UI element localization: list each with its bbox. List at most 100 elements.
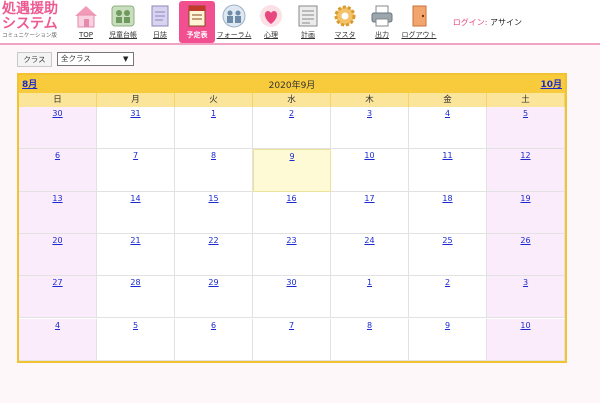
nav-label: 出力 — [375, 31, 389, 39]
calendar-day-cell: 27 — [19, 276, 97, 319]
calendar-day-link[interactable]: 2 — [289, 109, 294, 118]
logo-line2: システム — [2, 16, 58, 32]
calendar-day-link[interactable]: 8 — [367, 321, 372, 330]
nav-label: 日誌 — [153, 31, 167, 39]
calendar-day-cell: 6 — [175, 318, 253, 361]
calendar-day-cell: 2 — [253, 107, 331, 150]
nav-master[interactable]: マスタ — [327, 1, 363, 43]
calendar-day-link[interactable]: 5 — [133, 321, 138, 330]
calendar-day-cell: 5 — [97, 318, 175, 361]
calendar-day-link[interactable]: 18 — [442, 194, 452, 203]
calendar-day-cell: 13 — [19, 191, 97, 234]
calendar-day-cell: 5 — [487, 107, 565, 150]
calendar-day-link[interactable]: 7 — [289, 321, 294, 330]
calendar-day-cell: 12 — [487, 149, 565, 192]
nav-label: フォーラム — [216, 31, 252, 39]
calendar-title: 2020年9月 — [268, 81, 316, 91]
calendar-day-link[interactable]: 25 — [442, 236, 452, 245]
calendar-day-cell: 1 — [331, 276, 409, 319]
calendar-day-link[interactable]: 6 — [55, 151, 60, 160]
nav-label: 予定表 — [186, 31, 208, 39]
nav-schedule[interactable]: 予定表 — [179, 1, 215, 43]
nav-forum[interactable]: フォーラム — [216, 1, 252, 43]
login-user: アサイン — [490, 18, 522, 27]
nav-top[interactable]: TOP — [68, 1, 104, 43]
calendar-day-link[interactable]: 3 — [523, 278, 528, 287]
calendar-day-link[interactable]: 6 — [211, 321, 216, 330]
calendar-day-cell: 20 — [19, 233, 97, 277]
calendar-day-cell: 30 — [19, 107, 97, 150]
calendar-day-link[interactable]: 30 — [286, 278, 296, 287]
calendar-day-cell: 19 — [487, 191, 565, 234]
weekday-label: 火 — [175, 93, 253, 107]
calendar-day-cell: 28 — [97, 276, 175, 319]
calendar-day-link[interactable]: 12 — [520, 151, 530, 160]
calendar-day-link[interactable]: 5 — [523, 109, 528, 118]
nav-plan[interactable]: 計画 — [290, 1, 326, 43]
nav-label: 心理 — [264, 31, 278, 39]
calendar-day-cell: 30 — [253, 276, 331, 319]
login-info: ログイン: アサイン — [453, 17, 522, 28]
nav-children-register[interactable]: 児童台帳 — [105, 1, 141, 43]
logo-line1: 処遇援助 — [2, 1, 58, 17]
calendar-day-link[interactable]: 11 — [442, 151, 452, 160]
class-select[interactable]: 全クラス ▼ — [57, 52, 134, 66]
calendar-day-link[interactable]: 14 — [130, 194, 140, 203]
calendar-day-link[interactable]: 7 — [133, 151, 138, 160]
nav-output[interactable]: 出力 — [364, 1, 400, 43]
schedule-icon — [183, 3, 211, 29]
weekday-label: 日 — [19, 93, 97, 107]
calendar-day-link[interactable]: 1 — [367, 278, 372, 287]
calendar-day-link[interactable]: 9 — [445, 321, 450, 330]
calendar-day-link[interactable]: 30 — [52, 109, 62, 118]
calendar: 8月 2020年9月 10月 日月火水木金土 30 31 1 2 3 4 5 6 7 8 9 10 11… — [17, 73, 567, 363]
forum-icon — [220, 3, 248, 29]
calendar-day-link[interactable]: 15 — [208, 194, 218, 203]
heart-icon — [257, 3, 285, 29]
calendar-day-link[interactable]: 19 — [520, 194, 530, 203]
calendar-day-link[interactable]: 10 — [364, 151, 374, 160]
nav-diary[interactable]: 日誌 — [142, 1, 178, 43]
calendar-day-link[interactable]: 3 — [367, 109, 372, 118]
printer-icon — [368, 3, 396, 29]
calendar-day-link[interactable]: 29 — [208, 278, 218, 287]
calendar-day-link[interactable]: 9 — [289, 152, 294, 161]
logout-door-icon — [405, 3, 433, 29]
calendar-day-cell: 3 — [487, 276, 565, 319]
calendar-day-link[interactable]: 23 — [286, 236, 296, 245]
calendar-day-cell: 1 — [175, 107, 253, 150]
calendar-day-link[interactable]: 4 — [445, 109, 450, 118]
calendar-day-link[interactable]: 24 — [364, 236, 374, 245]
calendar-day-link[interactable]: 22 — [208, 236, 218, 245]
nav-label: 児童台帳 — [109, 31, 137, 39]
calendar-day-link[interactable]: 10 — [520, 321, 530, 330]
calendar-day-cell: 17 — [331, 191, 409, 234]
calendar-day-link[interactable]: 17 — [364, 194, 374, 203]
calendar-day-link[interactable]: 16 — [286, 194, 296, 203]
calendar-day-cell: 4 — [19, 318, 97, 361]
children-icon — [109, 3, 137, 29]
calendar-day-link[interactable]: 2 — [445, 278, 450, 287]
calendar-day-cell: 31 — [97, 107, 175, 150]
calendar-day-cell: 25 — [409, 233, 487, 277]
calendar-day-link[interactable]: 27 — [52, 278, 62, 287]
nav-label: TOP — [78, 31, 93, 39]
calendar-day-link[interactable]: 8 — [211, 151, 216, 160]
calendar-day-link[interactable]: 21 — [130, 236, 140, 245]
calendar-day-link[interactable]: 28 — [130, 278, 140, 287]
nav-label: マスタ — [334, 31, 356, 39]
calendar-day-link[interactable]: 26 — [520, 236, 530, 245]
calendar-day-link[interactable]: 20 — [52, 236, 62, 245]
app-logo[interactable]: 処遇援助 システム コミュニケーション版 — [2, 2, 66, 42]
calendar-day-link[interactable]: 31 — [130, 109, 140, 118]
calendar-day-link[interactable]: 4 — [55, 321, 60, 330]
next-month-link[interactable]: 10月 — [540, 77, 562, 90]
calendar-grid: 30 31 1 2 3 4 5 6 7 8 9 10 11 12 13 14 15 16 17 18 19 20 21 22 2… — [19, 107, 565, 361]
calendar-day-cell: 8 — [331, 318, 409, 361]
nav-logout[interactable]: ログアウト — [401, 1, 437, 43]
calendar-day-link[interactable]: 1 — [211, 109, 216, 118]
calendar-day-cell: 23 — [253, 233, 331, 277]
calendar-day-link[interactable]: 13 — [52, 194, 62, 203]
nav-psychology[interactable]: 心理 — [253, 1, 289, 43]
logo-subtitle: コミュニケーション版 — [2, 33, 57, 39]
